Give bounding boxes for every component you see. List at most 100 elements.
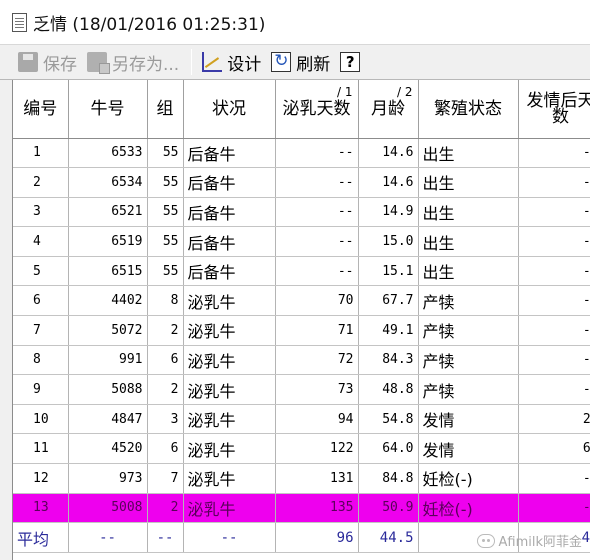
table-row[interactable]: 4651955后备牛--15.0出生-- <box>13 226 590 257</box>
cell-id[interactable]: 5 <box>13 256 69 287</box>
refresh-button[interactable]: 刷新 <box>267 48 336 76</box>
save-as-button[interactable]: 另存为... <box>83 48 185 76</box>
cell-status[interactable]: 后备牛 <box>183 138 276 169</box>
cell-id[interactable]: 13 <box>13 493 69 524</box>
cell-age-months[interactable]: 67.7 <box>358 285 419 317</box>
cell-id[interactable]: 3 <box>13 197 69 228</box>
cell-cow-number[interactable]: 6533 <box>68 138 148 169</box>
cell-status[interactable]: 泌乳牛 <box>183 433 276 465</box>
cell-days-in-milk[interactable]: -- <box>275 197 359 228</box>
cell-group[interactable]: 3 <box>147 404 184 435</box>
cell-repro-status[interactable]: 出生 <box>418 138 519 169</box>
cell-age-months[interactable]: 48.8 <box>358 374 419 405</box>
cell-days-since-heat[interactable]: 67 <box>518 433 590 465</box>
cell-days-in-milk[interactable]: -- <box>275 256 359 287</box>
cell-repro-status[interactable]: 出生 <box>418 167 519 198</box>
cell-cow-number[interactable]: 6515 <box>68 256 148 287</box>
data-grid[interactable]: 编号 牛号 组 状况 / 1 泌乳天数 / 2 月龄 繁殖状态 发情后天数 1 653… <box>12 80 590 560</box>
cell-group[interactable]: 55 <box>147 197 184 228</box>
cell-days-since-heat[interactable]: -- <box>518 374 590 405</box>
cell-id[interactable]: 9 <box>13 374 69 405</box>
cell-cow-number[interactable]: 991 <box>68 345 148 376</box>
cell-cow-number[interactable]: 4402 <box>68 285 148 317</box>
cell-days-in-milk[interactable]: 131 <box>275 463 359 494</box>
cell-status[interactable]: 泌乳牛 <box>183 493 276 524</box>
cell-repro-status[interactable]: 出生 <box>418 226 519 257</box>
column-header-repro-status[interactable]: 繁殖状态 <box>418 80 519 139</box>
table-row[interactable]: 5651555后备牛--15.1出生-- <box>13 256 590 287</box>
column-header-cow-number[interactable]: 牛号 <box>68 80 148 139</box>
cell-id[interactable]: 1 <box>13 138 69 169</box>
cell-group[interactable]: 55 <box>147 138 184 169</box>
cell-age-months[interactable]: 49.1 <box>358 315 419 346</box>
cell-days-since-heat[interactable]: -- <box>518 345 590 376</box>
cell-cow-number[interactable]: 6519 <box>68 226 148 257</box>
cell-cow-number[interactable]: 973 <box>68 463 148 494</box>
table-row[interactable]: 89916泌乳牛7284.3产犊-- <box>13 345 590 376</box>
cell-days-since-heat[interactable]: -- <box>518 463 590 494</box>
cell-age-months[interactable]: 15.1 <box>358 256 419 287</box>
table-row[interactable]: 3652155后备牛--14.9出生-- <box>13 197 590 228</box>
cell-group[interactable]: 6 <box>147 345 184 376</box>
cell-days-in-milk[interactable]: -- <box>275 138 359 169</box>
table-row[interactable]: 750722泌乳牛7149.1产犊-- <box>13 315 590 346</box>
cell-days-since-heat[interactable]: -- <box>518 256 590 287</box>
cell-repro-status[interactable]: 产犊 <box>418 315 519 346</box>
cell-days-since-heat[interactable]: -- <box>518 493 590 524</box>
cell-days-since-heat[interactable]: -- <box>518 285 590 317</box>
table-row[interactable]: 1048473泌乳牛9454.8发情27 <box>13 404 590 435</box>
column-header-days-in-milk[interactable]: / 1 泌乳天数 <box>275 80 359 139</box>
cell-group[interactable]: 55 <box>147 256 184 287</box>
cell-group[interactable]: 7 <box>147 463 184 494</box>
cell-days-since-heat[interactable]: -- <box>518 315 590 346</box>
cell-repro-status[interactable]: 产犊 <box>418 285 519 317</box>
table-row[interactable]: 1653355后备牛--14.6出生-- <box>13 138 590 169</box>
cell-cow-number[interactable]: 5088 <box>68 374 148 405</box>
cell-repro-status[interactable]: 出生 <box>418 197 519 228</box>
cell-days-since-heat[interactable]: -- <box>518 138 590 169</box>
cell-age-months[interactable]: 14.6 <box>358 167 419 198</box>
cell-id[interactable]: 7 <box>13 315 69 346</box>
cell-days-in-milk[interactable]: -- <box>275 167 359 198</box>
cell-age-months[interactable]: 64.0 <box>358 433 419 465</box>
cell-days-in-milk[interactable]: 94 <box>275 404 359 435</box>
cell-repro-status[interactable]: 发情 <box>418 404 519 435</box>
cell-id[interactable]: 2 <box>13 167 69 198</box>
cell-cow-number[interactable]: 5072 <box>68 315 148 346</box>
cell-days-in-milk[interactable]: 71 <box>275 315 359 346</box>
help-button[interactable]: ? <box>336 48 371 76</box>
cell-group[interactable]: 2 <box>147 374 184 405</box>
cell-status[interactable]: 后备牛 <box>183 226 276 257</box>
cell-repro-status[interactable]: 发情 <box>418 433 519 465</box>
cell-age-months[interactable]: 50.9 <box>358 493 419 524</box>
cell-age-months[interactable]: 84.3 <box>358 345 419 376</box>
cell-id[interactable]: 4 <box>13 226 69 257</box>
cell-age-months[interactable]: 15.0 <box>358 226 419 257</box>
cell-id[interactable]: 10 <box>13 404 69 435</box>
cell-days-since-heat[interactable]: -- <box>518 197 590 228</box>
cell-id[interactable]: 12 <box>13 463 69 494</box>
table-row[interactable]: 2653455后备牛--14.6出生-- <box>13 167 590 198</box>
cell-days-in-milk[interactable]: -- <box>275 226 359 257</box>
design-button[interactable]: 设计 <box>198 48 267 76</box>
cell-status[interactable]: 后备牛 <box>183 167 276 198</box>
cell-age-months[interactable]: 84.8 <box>358 463 419 494</box>
cell-group[interactable]: 2 <box>147 315 184 346</box>
cell-status[interactable]: 泌乳牛 <box>183 285 276 317</box>
cell-days-in-milk[interactable]: 135 <box>275 493 359 524</box>
cell-cow-number[interactable]: 4520 <box>68 433 148 465</box>
cell-repro-status[interactable]: 产犊 <box>418 345 519 376</box>
column-header-status[interactable]: 状况 <box>183 80 276 139</box>
cell-group[interactable]: 55 <box>147 167 184 198</box>
cell-status[interactable]: 泌乳牛 <box>183 374 276 405</box>
table-row[interactable]: 1145206泌乳牛12264.0发情67 <box>13 433 590 465</box>
cell-days-since-heat[interactable]: -- <box>518 167 590 198</box>
table-row[interactable]: 644028泌乳牛7067.7产犊-- <box>13 285 590 317</box>
column-header-age-months[interactable]: / 2 月龄 <box>358 80 419 139</box>
cell-cow-number[interactable]: 6521 <box>68 197 148 228</box>
column-header-days-since-heat[interactable]: 发情后天数 <box>518 80 590 139</box>
cell-status[interactable]: 泌乳牛 <box>183 315 276 346</box>
cell-group[interactable]: 8 <box>147 285 184 317</box>
table-row[interactable]: 129737泌乳牛13184.8妊检(-)-- <box>13 463 590 494</box>
column-header-group[interactable]: 组 <box>147 80 184 139</box>
